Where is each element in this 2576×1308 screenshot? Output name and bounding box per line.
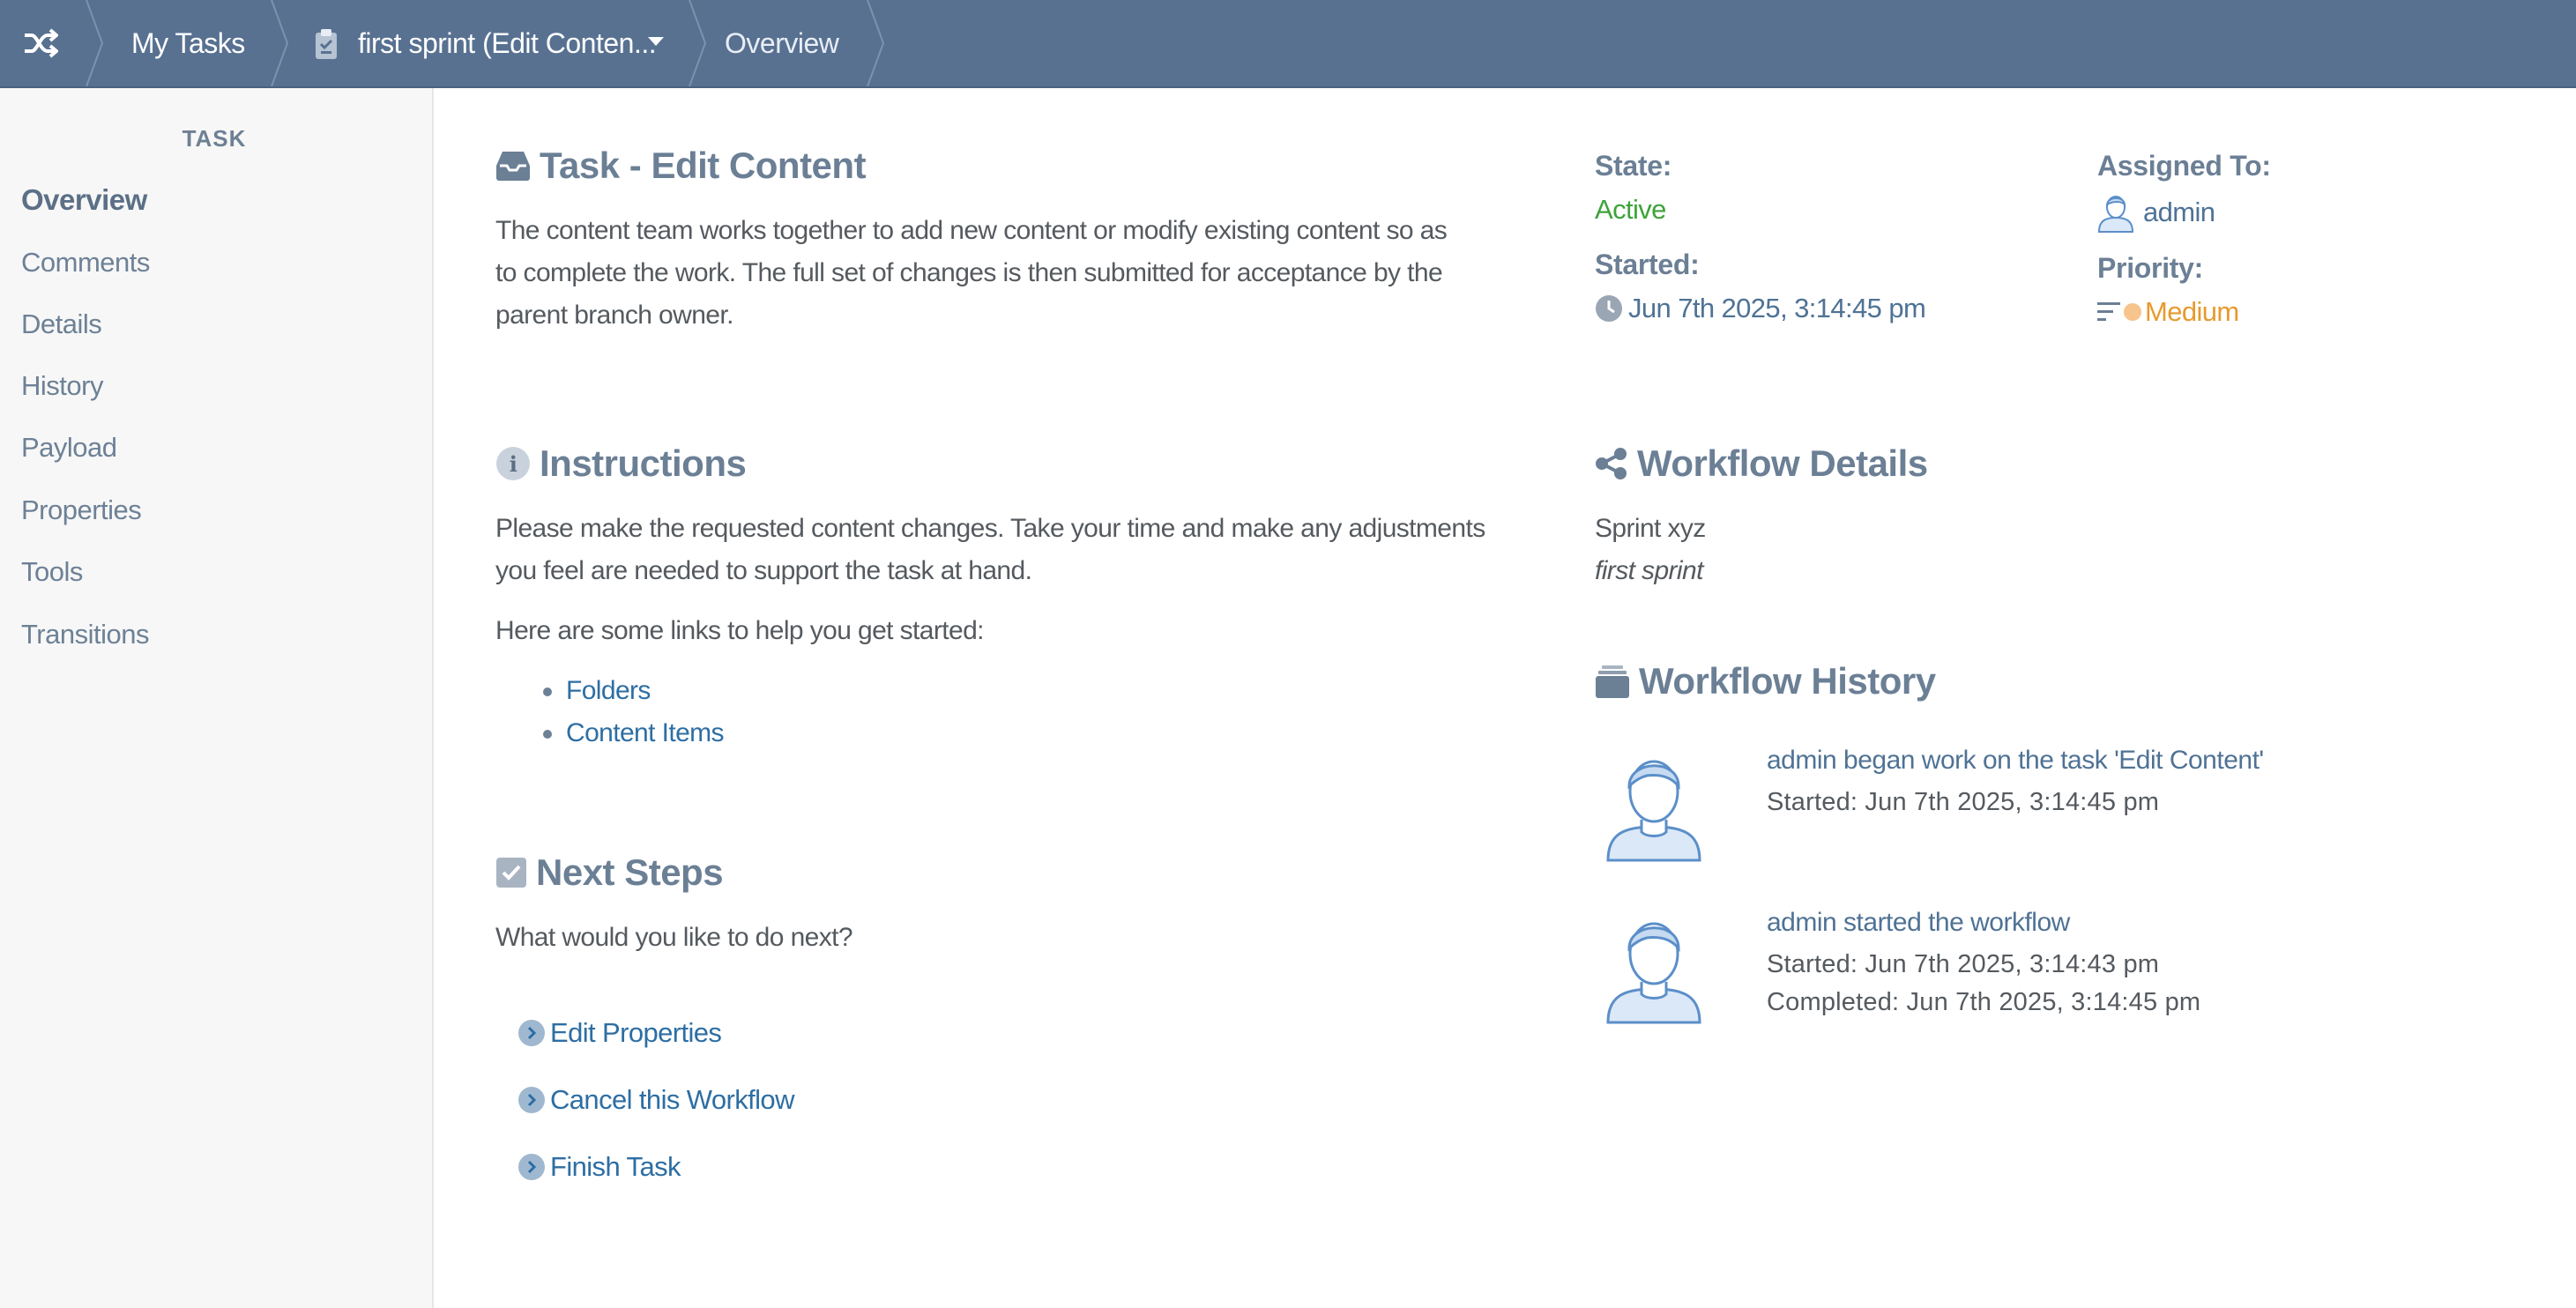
action-label: Finish Task: [550, 1151, 681, 1182]
workflow-details-heading-text: Workflow Details: [1637, 442, 1928, 484]
inbox-icon: [496, 152, 530, 181]
instructions-text: Please make the requested content change…: [495, 508, 1485, 592]
user-avatar-icon: [1606, 760, 1701, 862]
breadcrumb-task-dropdown[interactable]: first sprint (Edit Conten...: [358, 0, 657, 86]
description-line: to complete the work. The full set of ch…: [495, 258, 1443, 287]
sidebar: TASK Overview Comments Details History P…: [0, 88, 434, 1308]
sidebar-item-transitions[interactable]: Transitions: [21, 619, 149, 650]
instructions-line: Please make the requested content change…: [495, 514, 1485, 543]
links-intro: Here are some links to help you get star…: [495, 616, 985, 645]
history-entry-completed: Completed: Jun 7th 2025, 3:14:45 pm: [1767, 988, 2201, 1016]
assigned-value[interactable]: admin: [2097, 192, 2215, 233]
breadcrumb-label: first sprint (Edit Conten...: [358, 26, 657, 59]
list-bullet: [543, 730, 552, 739]
breadcrumb-separator: [689, 0, 707, 86]
started-label: Started:: [1595, 249, 1700, 280]
history-entry-title: admin started the workflow: [1767, 908, 2070, 937]
priority-value: Medium: [2097, 296, 2239, 328]
task-title-text: Task - Edit Content: [540, 145, 867, 186]
sidebar-heading: TASK: [182, 125, 247, 152]
instructions-heading: i Instructions: [495, 442, 747, 485]
user-avatar-icon: [1606, 922, 1701, 1024]
state-label: State:: [1595, 150, 1672, 182]
next-steps-prompt: What would you like to do next?: [495, 923, 853, 952]
workflow-history-heading: Workflow History: [1595, 660, 1936, 702]
edit-properties-action[interactable]: Edit Properties: [518, 1017, 722, 1049]
next-steps-heading-text: Next Steps: [536, 851, 724, 893]
history-entry-started: Started: Jun 7th 2025, 3:14:45 pm: [1767, 788, 2160, 816]
priority-dot: [2124, 303, 2141, 321]
cancel-workflow-action[interactable]: Cancel this Workflow: [518, 1084, 794, 1116]
next-steps-heading: Next Steps: [495, 851, 724, 894]
action-label: Cancel this Workflow: [550, 1084, 794, 1115]
chevron-right-icon: [518, 1020, 545, 1046]
action-label: Edit Properties: [550, 1017, 722, 1048]
breadcrumb-my-tasks[interactable]: My Tasks: [131, 0, 245, 86]
workflow-name: Sprint xyz: [1595, 514, 1706, 543]
sidebar-item-history[interactable]: History: [21, 370, 103, 402]
history-entry-started: Started: Jun 7th 2025, 3:14:43 pm: [1767, 950, 2160, 978]
share-nodes-icon: [1596, 448, 1627, 479]
breadcrumb-label: My Tasks: [131, 26, 245, 59]
assigned-label: Assigned To:: [2097, 150, 2271, 182]
state-value: Active: [1595, 194, 1666, 225]
description-line: parent branch owner.: [495, 301, 733, 330]
breadcrumb-label: Overview: [725, 26, 839, 59]
archive-icon: [1596, 665, 1629, 698]
clock-icon: [1596, 295, 1622, 322]
task-title: Task - Edit Content: [495, 145, 867, 187]
started-value: Jun 7th 2025, 3:14:45 pm: [1595, 293, 1926, 324]
checkbox-icon: [496, 858, 526, 888]
folders-link[interactable]: Folders: [566, 670, 651, 712]
info-icon: i: [496, 447, 530, 480]
assignee-name: admin: [2143, 197, 2215, 227]
priority-label: Priority:: [2097, 252, 2203, 284]
breadcrumb-separator: [271, 0, 289, 86]
description-line: The content team works together to add n…: [495, 216, 1448, 245]
workflow-subtitle: first sprint: [1595, 556, 1703, 585]
breadcrumb: My Tasks first sprint (Edit Conten... Ov…: [0, 0, 2576, 88]
history-entry-title: admin began work on the task 'Edit Conte…: [1767, 746, 2264, 775]
breadcrumb-overview: Overview: [725, 0, 839, 86]
breadcrumb-separator: [86, 0, 104, 86]
svg-text:i: i: [510, 451, 517, 477]
sidebar-item-properties[interactable]: Properties: [21, 494, 142, 526]
chevron-right-icon: [518, 1154, 545, 1180]
task-description: The content team works together to add n…: [495, 210, 1448, 337]
sidebar-item-overview[interactable]: Overview: [21, 183, 147, 217]
instructions-line: you feel are needed to support the task …: [495, 556, 1032, 585]
breadcrumb-separator: [867, 0, 885, 86]
user-avatar-icon: [2097, 196, 2134, 233]
sidebar-item-payload[interactable]: Payload: [21, 432, 117, 464]
instructions-heading-text: Instructions: [540, 442, 747, 484]
workflow-history-heading-text: Workflow History: [1639, 660, 1936, 702]
sidebar-item-comments[interactable]: Comments: [21, 247, 150, 279]
chevron-right-icon: [518, 1087, 545, 1113]
sidebar-item-details[interactable]: Details: [21, 308, 102, 340]
list-bullet: [543, 687, 552, 696]
workflow-details-heading: Workflow Details: [1595, 442, 1928, 485]
sidebar-item-tools[interactable]: Tools: [21, 556, 83, 588]
started-date: Jun 7th 2025, 3:14:45 pm: [1628, 293, 1926, 323]
finish-task-action[interactable]: Finish Task: [518, 1151, 681, 1183]
content-items-link[interactable]: Content Items: [566, 712, 725, 754]
priority-text: Medium: [2145, 296, 2239, 327]
